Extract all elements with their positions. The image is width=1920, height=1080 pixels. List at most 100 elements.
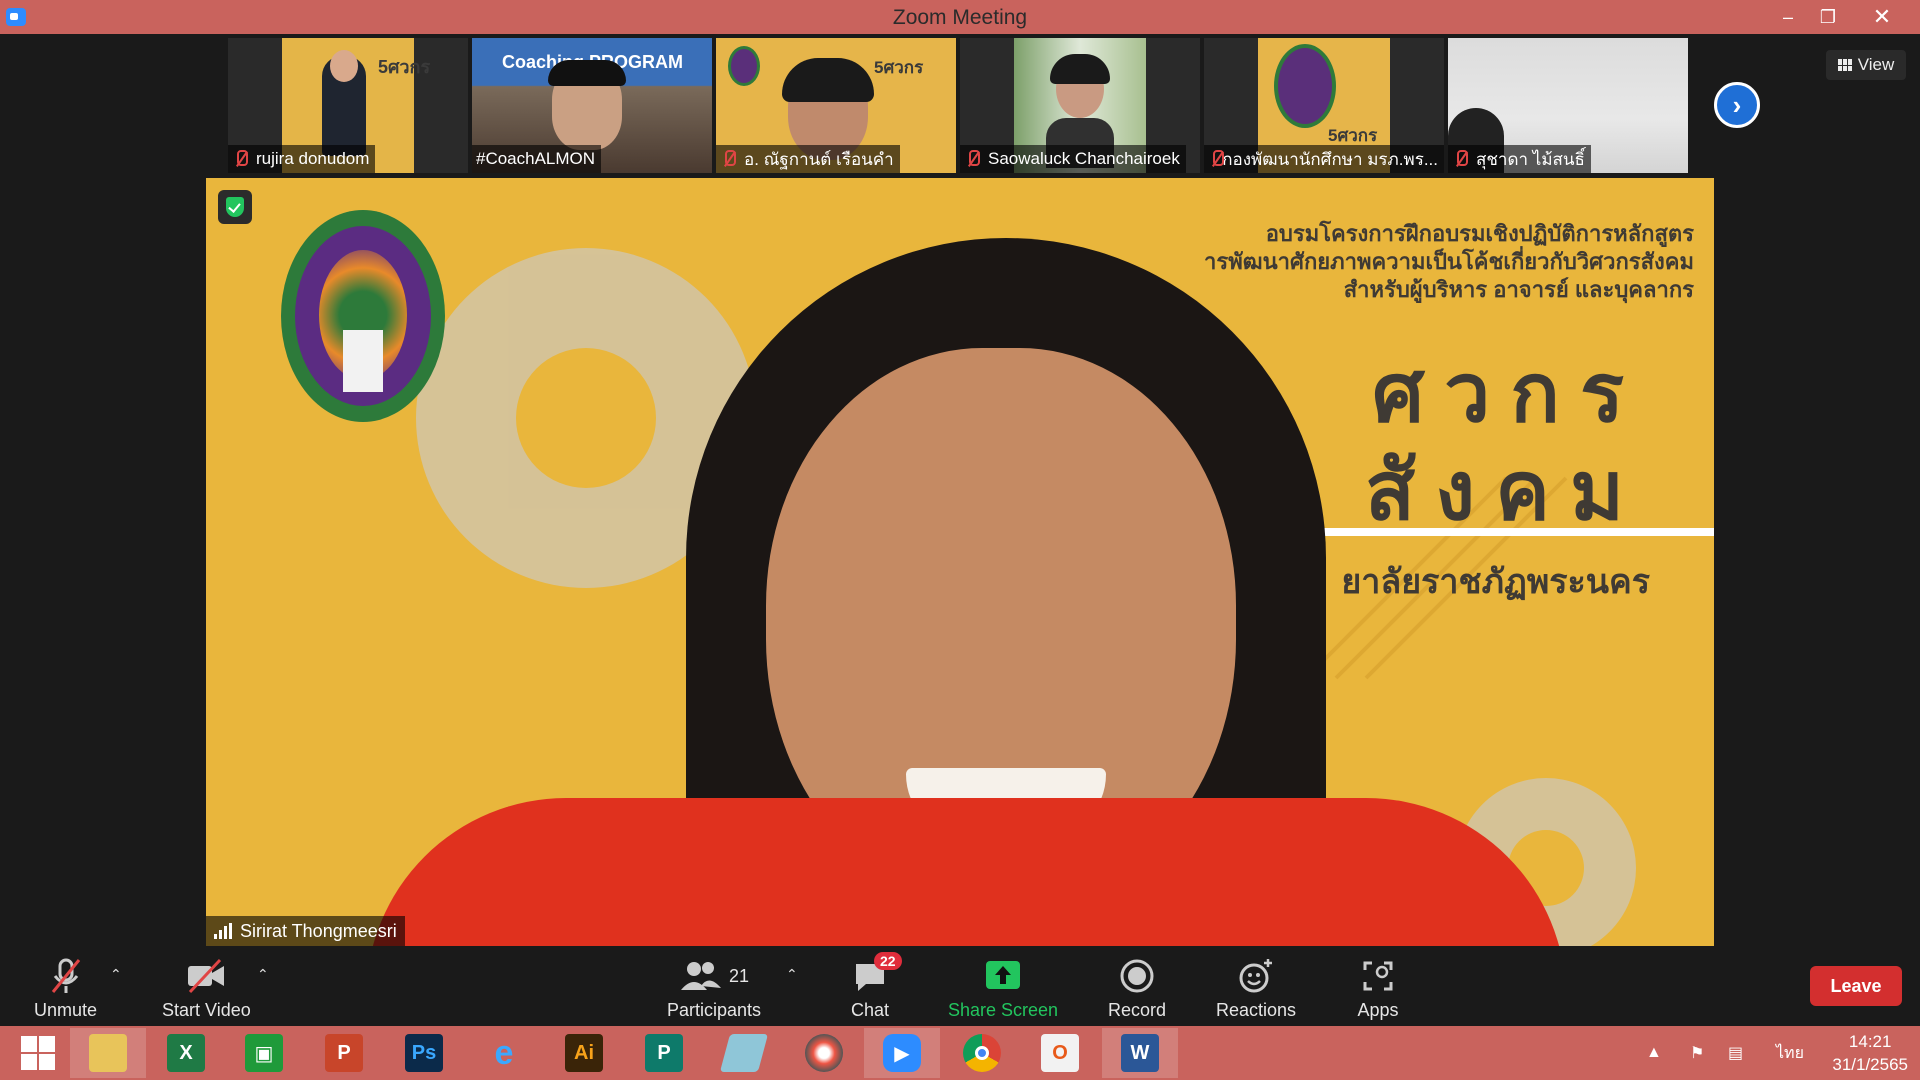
unmute-label: Unmute [34,1000,98,1020]
reactions-smiley-icon [1232,956,1280,996]
muted-mic-icon [720,149,738,169]
minimize-button[interactable]: – [1768,0,1808,34]
reactions-button[interactable]: Reactions [1216,956,1296,1021]
participants-count: 21 [728,965,750,986]
network-icon[interactable]: ▤ [1728,1026,1743,1080]
encryption-shield-icon[interactable] [218,190,252,224]
share-screen-icon [979,956,1027,996]
record-button[interactable]: Record [1108,956,1166,1021]
leave-button[interactable]: Leave [1810,966,1902,1006]
participant-tile[interactable]: 5ศวกร กองพัฒนานักศึกษา มรภ.พร... [1204,38,1444,173]
taskbar-word[interactable]: W [1102,1028,1178,1078]
participant-tile[interactable]: Saowaluck Chanchairoek [960,38,1200,173]
slide-big-text-2: สังคม [1365,446,1644,537]
internet-explorer-icon: e [494,1033,514,1072]
taskbar-internet-explorer[interactable]: e [466,1028,542,1078]
grid-view-icon [1837,59,1852,71]
muted-microphone-icon [42,956,90,996]
windows-taskbar: X ▣ P Ps e Ai P ▶ O W ▲ ⚑ ▤ ไทย 14:21 31… [0,1026,1920,1080]
close-button[interactable]: ✕ [1862,0,1902,34]
chrome-icon [963,1034,1001,1072]
system-clock[interactable]: 14:21 31/1/2565 [1832,1030,1908,1076]
taskbar-file-explorer[interactable] [70,1028,146,1078]
window-title: Zoom Meeting [892,6,1028,29]
slide-text: 5ศวกร [378,57,431,77]
restore-button[interactable]: ❐ [1808,0,1848,34]
unmute-button[interactable]: Unmute [34,956,97,1021]
participant-tile[interactable]: สุชาดา ไม้สนธิ์ [1448,38,1688,173]
photoshop-icon: Ps [405,1034,443,1072]
store-bag-icon: ▣ [245,1034,283,1072]
participant-name-label: Saowaluck Chanchairoek [960,145,1186,173]
share-screen-label: Share Screen [948,1000,1059,1020]
zoom-window: Zoom Meeting – ❐ ✕ 5ศวกร rujira donudom … [0,0,1920,1080]
participant-name-label: #CoachALMON [472,145,602,173]
participant-name-label: อ. ณัฐกานต์ เรือนคำ [716,145,900,173]
speaker-name-label: Sirirat Thongmeesri [206,916,405,946]
view-button[interactable]: View [1826,50,1906,80]
chat-unread-badge: 22 [874,952,902,970]
speaker-name: Sirirat Thongmeesri [240,920,397,941]
university-seal-icon [1274,44,1336,128]
muted-mic-icon [964,149,982,169]
taskbar-illustrator[interactable]: Ai [546,1028,622,1078]
word-icon: W [1121,1034,1159,1072]
apps-button[interactable]: Apps [1354,956,1402,1021]
muted-mic-icon [1452,149,1470,169]
start-video-label: Start Video [162,1000,251,1020]
slide-university-text: ยาลัยราชภัฏพระนคร [1341,563,1650,601]
photoscape-icon [805,1034,843,1072]
view-button-label: View [1857,55,1895,74]
taskbar-chrome[interactable] [944,1028,1020,1078]
participants-options-caret-icon[interactable]: ⌃ [786,966,798,983]
meeting-toolbar: Unmute ⌃ Start Video ⌃ 21 Participants ⌃… [0,946,1920,1026]
video-options-caret-icon[interactable]: ⌃ [257,966,269,983]
folder-icon [89,1034,127,1072]
university-seal-icon [281,210,445,422]
excel-icon: X [167,1034,205,1072]
participant-name-label: rujira donudom [228,145,376,173]
participant-tile[interactable]: 5ศวกร อ. ณัฐกานต์ เรือนคำ [716,38,956,173]
taskbar-photoscape[interactable] [786,1028,862,1078]
chat-bubble-icon: 22 [846,952,902,996]
muted-mic-icon [1208,149,1225,169]
taskbar-photoshop[interactable]: Ps [386,1028,462,1078]
chat-button[interactable]: 22 Chat [846,952,902,1021]
participant-name-label: สุชาดา ไม้สนธิ์ [1448,145,1591,173]
taskbar-publisher[interactable]: P [626,1028,702,1078]
record-icon [1113,956,1161,996]
share-screen-button[interactable]: Share Screen [948,956,1058,1021]
taskbar-store[interactable]: ▣ [226,1028,302,1078]
taskbar-office[interactable]: O [1022,1028,1098,1078]
taskbar-eraser-app[interactable] [706,1028,782,1078]
taskbar-powerpoint[interactable]: P [306,1028,382,1078]
zoom-icon: ▶ [883,1034,921,1072]
tray-show-hidden-icon[interactable]: ▲ [1646,1026,1662,1080]
action-center-flag-icon[interactable]: ⚑ [1690,1026,1704,1080]
taskbar-zoom[interactable]: ▶ [864,1028,940,1078]
input-language[interactable]: ไทย [1776,1026,1804,1080]
clock-date: 31/1/2565 [1832,1055,1908,1074]
participants-button[interactable]: 21 Participants [664,956,764,1021]
speaker-shirt [366,798,1566,946]
participant-tile[interactable]: 5ศวกร rujira donudom [228,38,468,173]
participants-label: Participants [666,1000,762,1020]
participant-name-label: กองพัฒนานักศึกษา มรภ.พร... [1204,145,1444,173]
windows-start-button[interactable] [0,1028,76,1078]
apps-icon [1354,956,1402,996]
eraser-icon [719,1034,769,1072]
active-speaker-video: อบรมโครงการฝึกอบรมเชิงปฏิบัติการหลักสูตร… [206,178,1714,946]
signal-strength-icon [214,923,232,939]
participant-strip: 5ศวกร rujira donudom Coaching PROGRAM #C… [228,38,1688,173]
slide-headline-line3: สำหรับผู้บริหาร อาจารย์ และบุคลากร [1343,277,1694,302]
participants-icon: 21 [664,956,764,996]
participant-tile[interactable]: Coaching PROGRAM #CoachALMON [472,38,712,173]
next-page-arrow-icon[interactable]: › [1714,82,1760,128]
chat-label: Chat [850,1000,890,1020]
taskbar-excel[interactable]: X [148,1028,224,1078]
illustrator-icon: Ai [565,1034,603,1072]
title-bar: Zoom Meeting – ❐ ✕ [0,0,1920,34]
audio-options-caret-icon[interactable]: ⌃ [110,966,122,983]
start-video-button[interactable]: Start Video [162,956,251,1021]
clock-time: 14:21 [1848,1032,1892,1051]
